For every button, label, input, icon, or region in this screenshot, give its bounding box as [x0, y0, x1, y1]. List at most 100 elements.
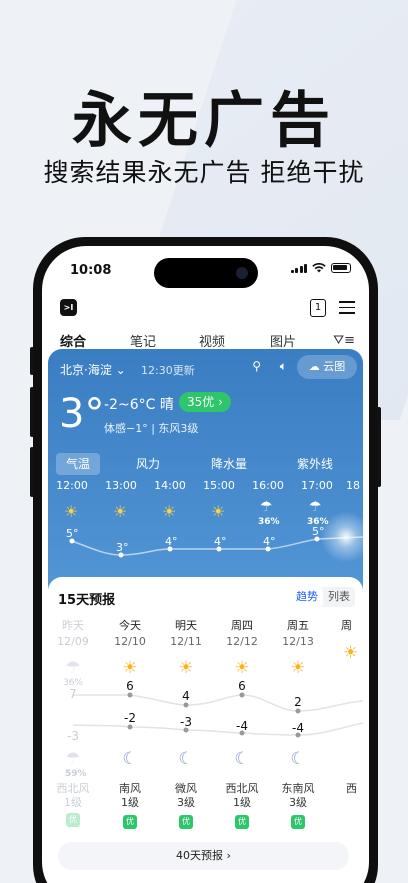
metric-tabs: 气温 风力 降水量 紫外线 [56, 453, 356, 475]
hour-temp: 4° [214, 535, 227, 548]
hour-label: 14:00 [154, 479, 186, 492]
camera-icon [236, 267, 248, 279]
moon-icon: ☾ [178, 749, 194, 769]
night-precip: 59% [65, 769, 87, 779]
sunny-icon [64, 502, 80, 521]
hour-label: 13:00 [105, 479, 137, 492]
aqi-badge[interactable]: 35优 › [179, 392, 231, 412]
sunny-icon [113, 502, 129, 521]
forty-day-forecast-button[interactable]: 40天预报 › [58, 842, 349, 870]
sunny-icon: ☀ [343, 643, 359, 663]
updated-time: 12:30更新 [141, 364, 195, 377]
day-wind: 西北风 1级 [225, 782, 259, 809]
location-selector[interactable]: 北京·海淀 ⌄ [60, 361, 126, 378]
promo-subline: 搜索结果永无广告 拒绝干扰 [43, 158, 365, 187]
sun-glare [316, 507, 363, 567]
day-aqi: 优 [291, 815, 305, 829]
day-low: -3 [67, 729, 79, 743]
metric-temperature[interactable]: 气温 [56, 453, 101, 475]
day-wind: 西北风 1级 [56, 782, 90, 809]
phone-volume-down [30, 447, 34, 497]
metric-uv[interactable]: 紫外线 [297, 453, 333, 475]
speaker-icon[interactable]: 🔈︎ [280, 359, 287, 374]
sunny-icon [162, 502, 178, 521]
day-low: -4 [292, 721, 304, 735]
hour-label: 15:00 [203, 479, 235, 492]
phone-screen: 10:08 >I 1 综合 笔记 视频 图片 ⛛≡ 北京·海淀 ⌄ 12:30更… [42, 246, 369, 883]
day-high: 4 [182, 689, 190, 703]
hour-precip: 36% [258, 517, 280, 527]
temperature-range: -2~6°C 晴 [104, 397, 174, 413]
moon-icon: ☾ [122, 749, 138, 769]
sunny-icon: ☀ [178, 658, 194, 678]
cloud-map-button[interactable]: ☁ 云图 [297, 355, 357, 379]
status-time: 10:08 [70, 263, 112, 278]
metric-wind[interactable]: 风力 [136, 453, 160, 475]
day-high: 6 [126, 679, 134, 693]
forecast-day[interactable]: 明天 12/11 ☀ [161, 617, 211, 678]
day-date: 12/11 [170, 635, 202, 648]
hour-label: 17:00 [301, 479, 333, 492]
tab-all[interactable]: 综合 [60, 331, 86, 350]
metric-precipitation[interactable]: 降水量 [211, 453, 247, 475]
chevron-down-icon: ⌄ [115, 363, 126, 377]
hour-temp: 4° [263, 535, 276, 548]
tab-images[interactable]: 图片 [270, 331, 296, 350]
menu-icon[interactable] [339, 301, 355, 315]
day-date: 12/10 [114, 635, 146, 648]
rain-cloud-icon: ☂ [65, 658, 81, 678]
day-date: 12/12 [226, 635, 258, 648]
fifteen-day-forecast: 15天预报 趋势 列表 昨天 12/09 ☂ 36% 7 -3 ☂ 59% 西北… [48, 577, 363, 883]
day-name: 昨天 [62, 619, 84, 632]
weather-card[interactable]: 北京·海淀 ⌄ 12:30更新 ⚲ 🔈︎ ☁ 云图 3° -2~6°C 晴 35… [48, 349, 363, 883]
phone-power-button [377, 407, 381, 487]
sunny-icon [211, 502, 227, 521]
day-name: 周 [341, 619, 352, 632]
day-high: 2 [294, 695, 302, 709]
feels-like: 体感−1° | 东风3级 [104, 422, 199, 435]
app-logo[interactable]: >I [60, 299, 77, 316]
sunny-icon: ☀ [290, 658, 306, 678]
signal-icon [290, 263, 307, 273]
forecast-day[interactable]: 今天 12/10 ☀ [105, 617, 155, 678]
app-bar: >I 1 [42, 296, 369, 324]
forecast-day[interactable]: 周 ☀ [329, 617, 363, 663]
day-name: 周五 [287, 619, 309, 632]
day-low: -4 [236, 719, 248, 733]
filter-icon[interactable]: ⛛≡ [333, 333, 355, 348]
moon-icon: ☾ [290, 749, 306, 769]
system-icons [290, 263, 351, 273]
day-aqi: 优 [235, 815, 249, 829]
phone-volume-up [30, 387, 34, 437]
dynamic-island [154, 258, 258, 288]
day-name: 今天 [119, 619, 141, 632]
wifi-icon [312, 263, 326, 273]
day-wind: 东南风 3级 [281, 782, 315, 809]
hour-label: 16:00 [252, 479, 284, 492]
day-low: -3 [180, 715, 192, 729]
day-aqi: 优 [179, 815, 193, 829]
current-temperature: 3° [59, 391, 105, 437]
day-wind: 西 [346, 782, 357, 795]
pin-icon[interactable]: ⚲ [252, 359, 261, 373]
day-high: 7 [69, 687, 77, 701]
hour-label: 18 [346, 479, 360, 492]
battery-icon [331, 263, 351, 273]
day-wind: 微风 3级 [175, 782, 197, 809]
tab-videos[interactable]: 视频 [199, 331, 225, 350]
forecast-day[interactable]: 昨天 12/09 ☂ 36% [48, 617, 98, 690]
day-aqi: 优 [123, 815, 137, 829]
hour-label: 12:00 [56, 479, 88, 492]
forecast-day[interactable]: 周四 12/12 ☀ [217, 617, 267, 678]
hour-temp: 3° [116, 541, 129, 554]
cloud-icon: ☁ [308, 360, 320, 373]
phone-side-button [30, 347, 34, 375]
day-wind: 南风 1级 [119, 782, 141, 809]
moon-icon: ☾ [234, 749, 250, 769]
forecast-day[interactable]: 周五 12/13 ☀ [273, 617, 323, 678]
tab-notes[interactable]: 笔记 [130, 331, 156, 350]
tab-count-button[interactable]: 1 [310, 299, 326, 317]
sunny-icon: ☀ [234, 658, 250, 678]
day-date: 12/09 [57, 635, 89, 648]
sunny-icon: ☀ [122, 658, 138, 678]
